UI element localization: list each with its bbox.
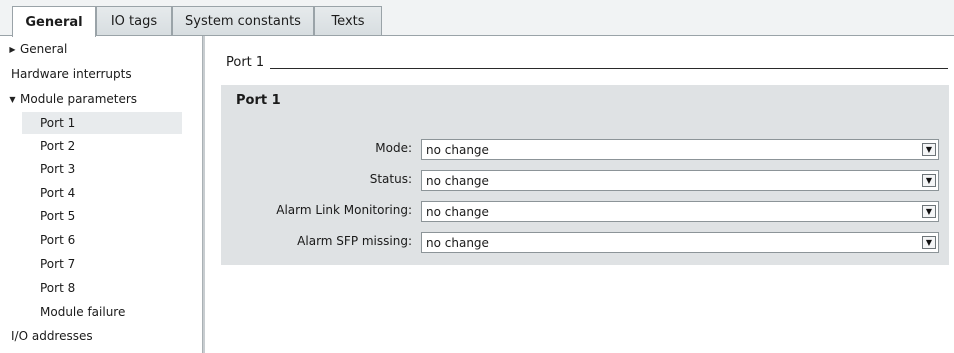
nav-item-module-failure[interactable]: Module failure [40, 301, 240, 323]
status-label: Status: [369, 172, 412, 186]
panel-title: Port 1 [236, 93, 281, 108]
dropdown-arrow-icon[interactable]: ▼ [922, 236, 936, 249]
nav-item-label: Port 2 [40, 139, 76, 153]
tab-texts-label: Texts [331, 14, 365, 29]
tab-io-tags[interactable]: IO tags [96, 6, 172, 36]
nav-item-port-4[interactable]: Port 4 [40, 182, 240, 204]
pane-splitter[interactable] [202, 36, 205, 353]
tab-general-label: General [25, 14, 83, 30]
nav-item-port-8[interactable]: Port 8 [40, 277, 240, 299]
nav-item-label: I/O addresses [11, 329, 93, 343]
nav-item-port-6[interactable]: Port 6 [40, 229, 240, 251]
nav-item-label: Port 5 [40, 209, 76, 223]
port-parameters-panel: Port 1 Mode: no change ▼ Status: no chan… [221, 85, 949, 265]
nav-item-label: General [20, 42, 68, 56]
mode-value: no change [426, 142, 489, 157]
nav-item-port-2[interactable]: Port 2 [40, 135, 240, 157]
dropdown-arrow-icon[interactable]: ▼ [922, 143, 936, 156]
nav-item-port-1[interactable]: Port 1 [22, 112, 182, 134]
alarm-link-monitoring-value: no change [426, 204, 489, 219]
dropdown-arrow-icon[interactable]: ▼ [922, 174, 936, 187]
alarm-sfp-missing-value: no change [426, 235, 489, 250]
alarm-sfp-missing-dropdown[interactable]: no change ▼ [421, 232, 939, 253]
section-divider [270, 68, 948, 69]
collapse-arrow-icon[interactable]: ▼ [8, 95, 17, 104]
tab-strip: General IO tags System constants Texts [0, 0, 954, 37]
nav-item-label: Port 4 [40, 186, 76, 200]
navigation-tree: ▶ General Hardware interrupts ▼ Module p… [0, 36, 205, 353]
tab-general[interactable]: General [12, 6, 96, 37]
nav-item-label: Module parameters [20, 92, 138, 106]
mode-dropdown[interactable]: no change ▼ [421, 139, 939, 160]
dropdown-arrow-icon[interactable]: ▼ [922, 205, 936, 218]
tab-texts[interactable]: Texts [314, 6, 382, 36]
nav-item-general[interactable]: ▶ General [8, 38, 208, 60]
nav-item-label: Port 3 [40, 162, 76, 176]
nav-item-io-addresses[interactable]: I/O addresses [11, 325, 211, 347]
nav-item-label: Module failure [40, 305, 126, 319]
alarm-link-monitoring-dropdown[interactable]: no change ▼ [421, 201, 939, 222]
nav-item-hardware-interrupts[interactable]: Hardware interrupts [11, 63, 211, 85]
nav-item-label: Port 8 [40, 281, 76, 295]
alarm-link-monitoring-label: Alarm Link Monitoring: [276, 203, 412, 217]
status-value: no change [426, 173, 489, 188]
tab-io-tags-label: IO tags [110, 14, 158, 29]
mode-label: Mode: [375, 141, 412, 155]
status-dropdown[interactable]: no change ▼ [421, 170, 939, 191]
alarm-sfp-missing-label: Alarm SFP missing: [297, 234, 412, 248]
nav-item-module-parameters[interactable]: ▼ Module parameters [8, 88, 208, 110]
expand-arrow-icon[interactable]: ▶ [8, 45, 17, 54]
nav-item-label: Port 1 [40, 116, 76, 130]
tab-system-constants-label: System constants [185, 14, 301, 29]
nav-item-port-7[interactable]: Port 7 [40, 253, 240, 275]
section-title: Port 1 [226, 55, 265, 70]
nav-item-label: Port 6 [40, 233, 76, 247]
tab-system-constants[interactable]: System constants [172, 6, 314, 36]
nav-item-label: Hardware interrupts [11, 67, 132, 81]
nav-item-port-5[interactable]: Port 5 [40, 205, 240, 227]
nav-item-label: Port 7 [40, 257, 76, 271]
nav-item-port-3[interactable]: Port 3 [40, 158, 240, 180]
